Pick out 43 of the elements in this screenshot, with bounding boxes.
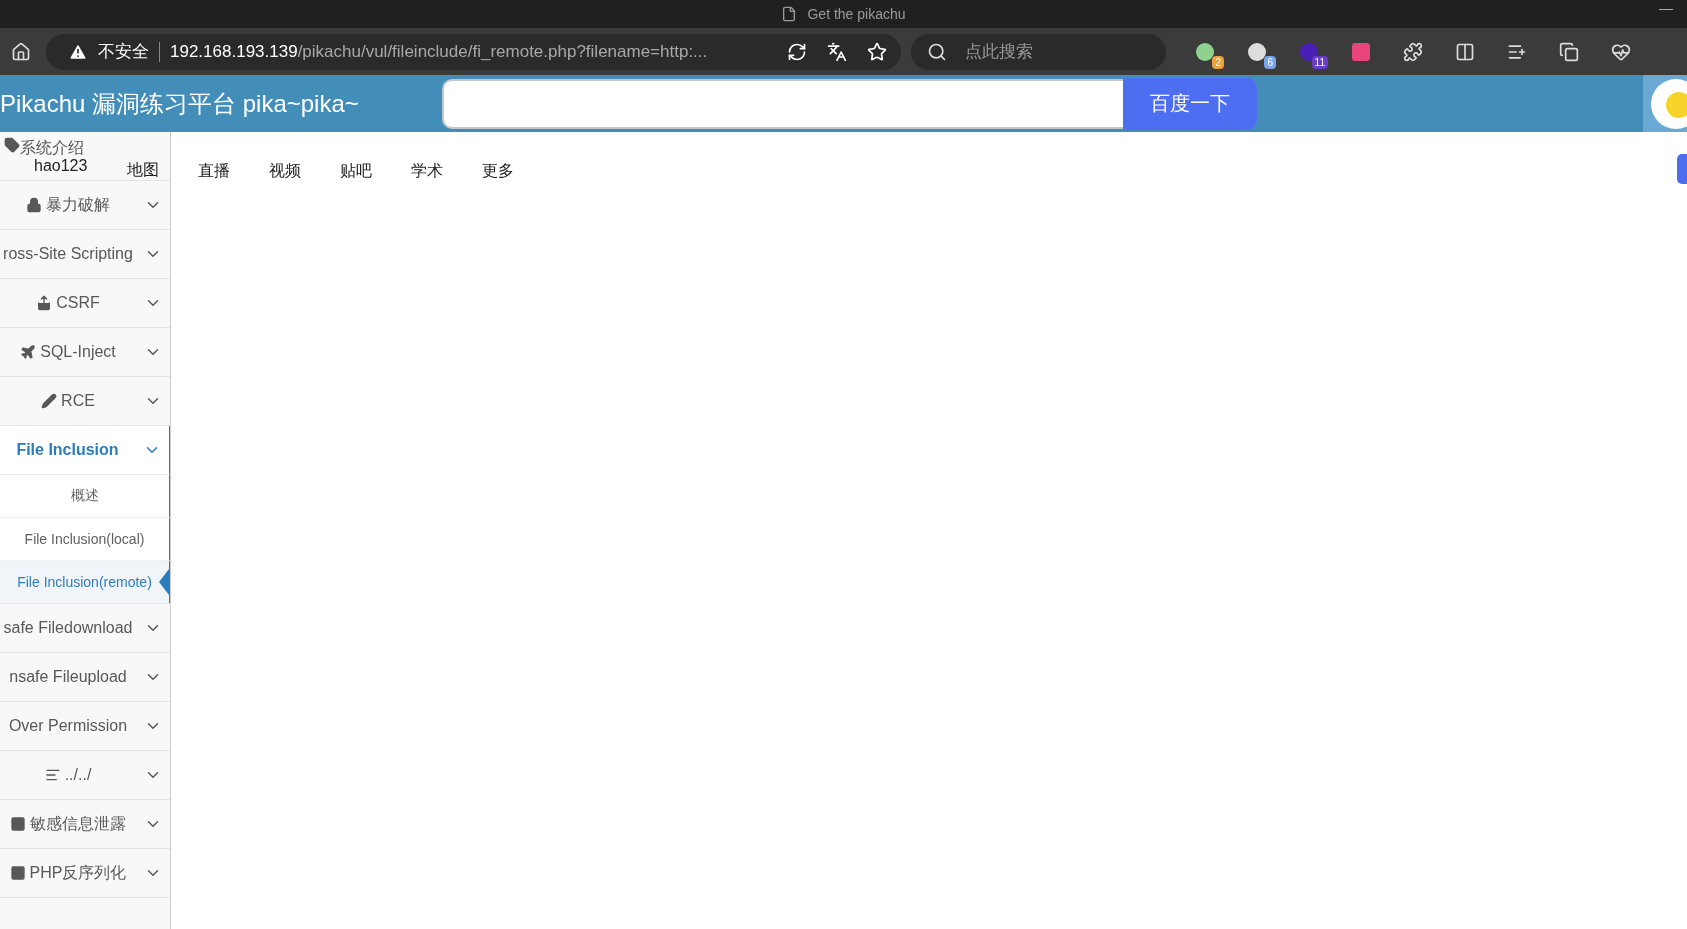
tag-icon <box>4 137 20 153</box>
window-title: Get the pikachu <box>807 6 906 22</box>
submenu-item[interactable]: File Inclusion(local) <box>0 518 170 561</box>
count-badge: 2 <box>1212 55 1224 69</box>
menu-icon <box>26 197 42 213</box>
address-bar[interactable]: 不安全 192.168.193.139/pikachu/vul/fileinclude/fi_remote.php?filename=http:... <box>46 33 901 70</box>
read-aloud-icon[interactable] <box>827 41 847 62</box>
menu-icon <box>44 767 61 783</box>
search-button[interactable]: 百度一下 <box>1123 77 1257 130</box>
overlay-link[interactable]: 地图 <box>127 160 159 181</box>
nav-link[interactable]: 直播 <box>198 161 230 182</box>
minimize-button[interactable]: — <box>1659 0 1673 16</box>
nav-link[interactable]: 学术 <box>411 161 443 182</box>
side-tab[interactable] <box>1677 154 1687 184</box>
count-badge: 6 <box>1264 55 1276 69</box>
page-icon <box>781 6 798 22</box>
site-title: Pikachu 漏洞练习平台 pika~pika~ <box>0 88 360 119</box>
search-field[interactable]: 点此搜索 <box>963 40 1137 63</box>
menu-icon <box>10 816 26 832</box>
refresh-icon[interactable] <box>787 41 807 62</box>
menu-icon <box>9 865 26 881</box>
search-bar[interactable]: 点此搜索 <box>911 33 1166 70</box>
search-icon <box>927 41 947 62</box>
extension-icon[interactable] <box>1194 40 1216 63</box>
avatar-icon <box>1649 78 1687 129</box>
favorite-icon[interactable] <box>867 41 887 62</box>
menu-icon <box>36 295 53 311</box>
url-host: 192.168.193.139 <box>170 41 298 62</box>
menu-item[interactable]: File Inclusion <box>0 426 170 475</box>
extension-icon[interactable] <box>1246 40 1268 63</box>
nav-link[interactable]: 贴吧 <box>340 161 372 182</box>
count-badge: 11 <box>1311 55 1328 69</box>
security-label: 不安全 <box>98 41 149 63</box>
search-input[interactable] <box>442 78 1123 129</box>
submenu-item[interactable]: 概述 <box>0 475 170 518</box>
menu-item[interactable]: 系统介绍 <box>4 137 84 159</box>
nav-link[interactable]: 视频 <box>269 161 301 182</box>
url-path: /pikachu/vul/fileinclude/fi_remote.php?filename=http:... <box>297 41 708 62</box>
menu-icon <box>41 393 58 409</box>
submenu-item[interactable]: File Inclusion(remote) <box>0 561 170 604</box>
overlay-link[interactable]: hao123 <box>34 157 88 175</box>
nav-link[interactable]: 更多 <box>482 161 514 182</box>
menu-icon <box>20 344 37 360</box>
